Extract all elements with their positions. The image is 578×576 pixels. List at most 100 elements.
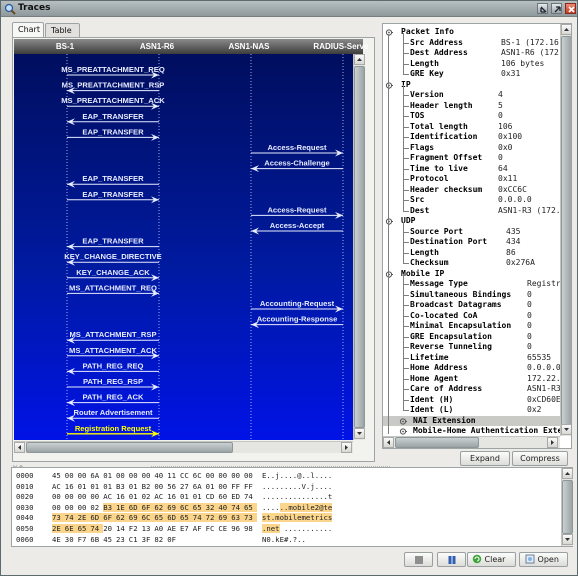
hex-byte[interactable]: 74 xyxy=(192,513,206,523)
message-arrow[interactable]: Accounting-Request xyxy=(251,299,343,313)
hex-byte[interactable]: 00 xyxy=(52,503,65,512)
scroll-thumb[interactable] xyxy=(354,66,365,428)
hex-ascii[interactable]: .........V.j.... xyxy=(262,482,332,491)
message-arrow[interactable]: Access-Accept xyxy=(251,221,343,235)
hex-byte[interactable]: 00 xyxy=(52,492,65,501)
scroll-left-button[interactable] xyxy=(383,437,394,448)
hex-byte[interactable]: 27 xyxy=(180,482,193,491)
hex-byte[interactable]: B3 xyxy=(103,502,116,512)
hex-byte[interactable]: C1 xyxy=(129,535,142,544)
message-arrow[interactable]: EAP_TRANSFER xyxy=(67,237,159,251)
hex-byte[interactable]: 65 xyxy=(154,513,168,523)
hex-row[interactable]: 0020 00 00 00 00 AC 16 01 02 AC 16 01 01 CD 60 ED 74....… xyxy=(16,492,561,502)
hex-byte[interactable]: 00 xyxy=(90,492,103,501)
hex-byte[interactable]: F2 xyxy=(129,524,142,533)
message-arrow[interactable]: Router Advertisement xyxy=(67,408,159,422)
hex-row[interactable]: 0000 45 00 00 6A 01 00 00 00 40 11 CC 6C 00 00 00 00 E..j… xyxy=(16,471,561,481)
hex-byte[interactable]: 6F xyxy=(103,513,116,523)
scroll-right-button[interactable] xyxy=(341,442,352,453)
message-arrow[interactable]: MS_ATTACHMENT_ACK xyxy=(67,346,159,360)
hex-byte[interactable]: 11 xyxy=(167,471,180,480)
hex-byte[interactable]: 32 xyxy=(205,502,219,512)
hex-byte[interactable]: 74 xyxy=(244,492,257,501)
hex-byte[interactable]: 72 xyxy=(205,513,219,523)
hex-byte[interactable]: 96 xyxy=(231,524,244,533)
hex-byte[interactable]: 01 xyxy=(103,482,116,491)
scroll-thumb[interactable] xyxy=(561,36,571,425)
tree-field[interactable]: Length 106 bytes xyxy=(383,53,560,70)
tree-node-expanded-icon[interactable] xyxy=(385,217,393,225)
hex-byte[interactable]: 2E xyxy=(77,513,91,523)
hex-byte[interactable]: 00 xyxy=(78,492,91,501)
hex-byte[interactable]: 82 xyxy=(154,535,167,544)
hex-byte[interactable]: AC xyxy=(52,482,65,491)
message-arrow[interactable]: PATH_REG_REQ xyxy=(67,361,159,375)
hex-byte[interactable]: 45 xyxy=(103,535,116,544)
message-arrow[interactable]: KEY_CHANGE_ACK xyxy=(67,268,159,282)
tree-field[interactable]: Total length 106 xyxy=(383,116,560,133)
tree-section[interactable]: IP xyxy=(383,80,560,91)
title-bar[interactable]: Traces xyxy=(1,1,577,17)
hex-byte[interactable]: 00 xyxy=(244,471,257,480)
message-arrow[interactable]: EAP_TRANSFER xyxy=(67,190,159,204)
tree-field[interactable]: Minimal Encapsulation 0 xyxy=(383,316,560,332)
hex-byte[interactable]: 01 xyxy=(129,482,142,491)
tree-field[interactable]: Header length 5 xyxy=(383,95,560,112)
hex-row[interactable]: 0010 AC 16 01 01 01 B3 01 B2 00 56 27 6A 01 00 FF FF....… xyxy=(16,482,561,492)
tree-field[interactable]: Header checksum 0xCC6C xyxy=(383,179,560,196)
hex-byte[interactable]: 65 xyxy=(77,524,91,533)
tree-field[interactable]: Time to live 64 xyxy=(383,158,560,175)
chart-vertical-scrollbar[interactable] xyxy=(353,54,365,440)
hex-byte[interactable]: 00 xyxy=(65,492,78,501)
tree-field[interactable]: Protocol 0x11 xyxy=(383,169,560,185)
hex-byte[interactable]: 6C xyxy=(180,502,193,512)
tree-section[interactable]: Packet Info xyxy=(383,27,560,38)
hex-ascii[interactable]: E..j....@..l.... xyxy=(262,471,332,480)
hex-byte[interactable]: 6D xyxy=(90,513,104,523)
scroll-left-button[interactable] xyxy=(14,442,25,453)
hex-byte[interactable]: 65 xyxy=(180,513,193,523)
tree-field[interactable]: Home Agent 172.22.1 xyxy=(383,368,560,385)
hex-byte[interactable]: AC xyxy=(154,492,167,501)
hex-byte[interactable]: 01 xyxy=(90,482,103,491)
clear-button[interactable]: Clear xyxy=(467,552,516,567)
hex-byte[interactable]: 02 xyxy=(142,492,155,501)
tree-field[interactable]: Broadcast Datagrams 0 xyxy=(383,295,560,311)
scroll-thumb[interactable] xyxy=(26,442,233,453)
hex-byte[interactable]: 02 xyxy=(90,503,103,512)
scroll-up-button[interactable] xyxy=(354,54,365,65)
hex-byte[interactable]: 01 xyxy=(78,482,91,491)
hex-byte[interactable]: FF xyxy=(231,482,244,491)
hex-byte[interactable]: 00 xyxy=(218,471,231,480)
scroll-down-button[interactable] xyxy=(562,534,573,545)
hex-byte[interactable]: 00 xyxy=(65,471,78,480)
stop-button[interactable] xyxy=(404,552,433,567)
tree-field[interactable]: Lifetime 65535 xyxy=(383,347,560,364)
message-arrow[interactable]: MS_ATTACHMENT_RSP xyxy=(67,330,159,344)
message-arrow[interactable]: EAP_TRANSFER xyxy=(67,174,159,188)
tree-field[interactable]: Src 0.0.0.0 xyxy=(383,190,560,206)
hex-byte[interactable]: 65 xyxy=(244,502,257,512)
pause-button[interactable] xyxy=(437,552,466,567)
sequence-diagram[interactable]: MS_PREATTACHMENT_REQ MS_PREATTACHMENT_RSP… xyxy=(14,54,353,440)
hex-byte[interactable]: 00 xyxy=(142,471,155,480)
hex-ascii[interactable]: ...............t xyxy=(262,492,332,501)
hex-byte[interactable]: 62 xyxy=(116,513,129,523)
hex-byte[interactable]: 3F xyxy=(142,535,155,544)
hex-byte[interactable]: 00 xyxy=(206,471,219,480)
scroll-thumb[interactable] xyxy=(562,480,573,534)
hex-byte[interactable]: A0 xyxy=(154,524,167,533)
hex-byte[interactable]: 6C xyxy=(141,513,155,523)
message-arrow[interactable]: Access-Challenge xyxy=(251,159,343,173)
hex-ascii[interactable]: N0.kE#.?.. xyxy=(262,535,306,544)
hex-row[interactable]: 0060 4E 30 F7 6B 45 23 C1 3F 82 0F N0.kE#.?.. xyxy=(16,535,561,545)
hex-byte[interactable]: 01 xyxy=(206,482,219,491)
scroll-right-button[interactable] xyxy=(547,437,558,448)
hex-byte[interactable]: 16 xyxy=(167,492,180,501)
hex-byte[interactable]: 01 xyxy=(103,471,116,480)
hex-byte[interactable]: 0F xyxy=(167,535,180,544)
hex-byte[interactable]: AE xyxy=(167,524,180,533)
message-arrow[interactable]: PATH_REG_RSP xyxy=(67,377,159,391)
tree-field[interactable]: Checksum 0x276A xyxy=(383,253,560,269)
hex-byte[interactable]: B2 xyxy=(142,482,155,491)
